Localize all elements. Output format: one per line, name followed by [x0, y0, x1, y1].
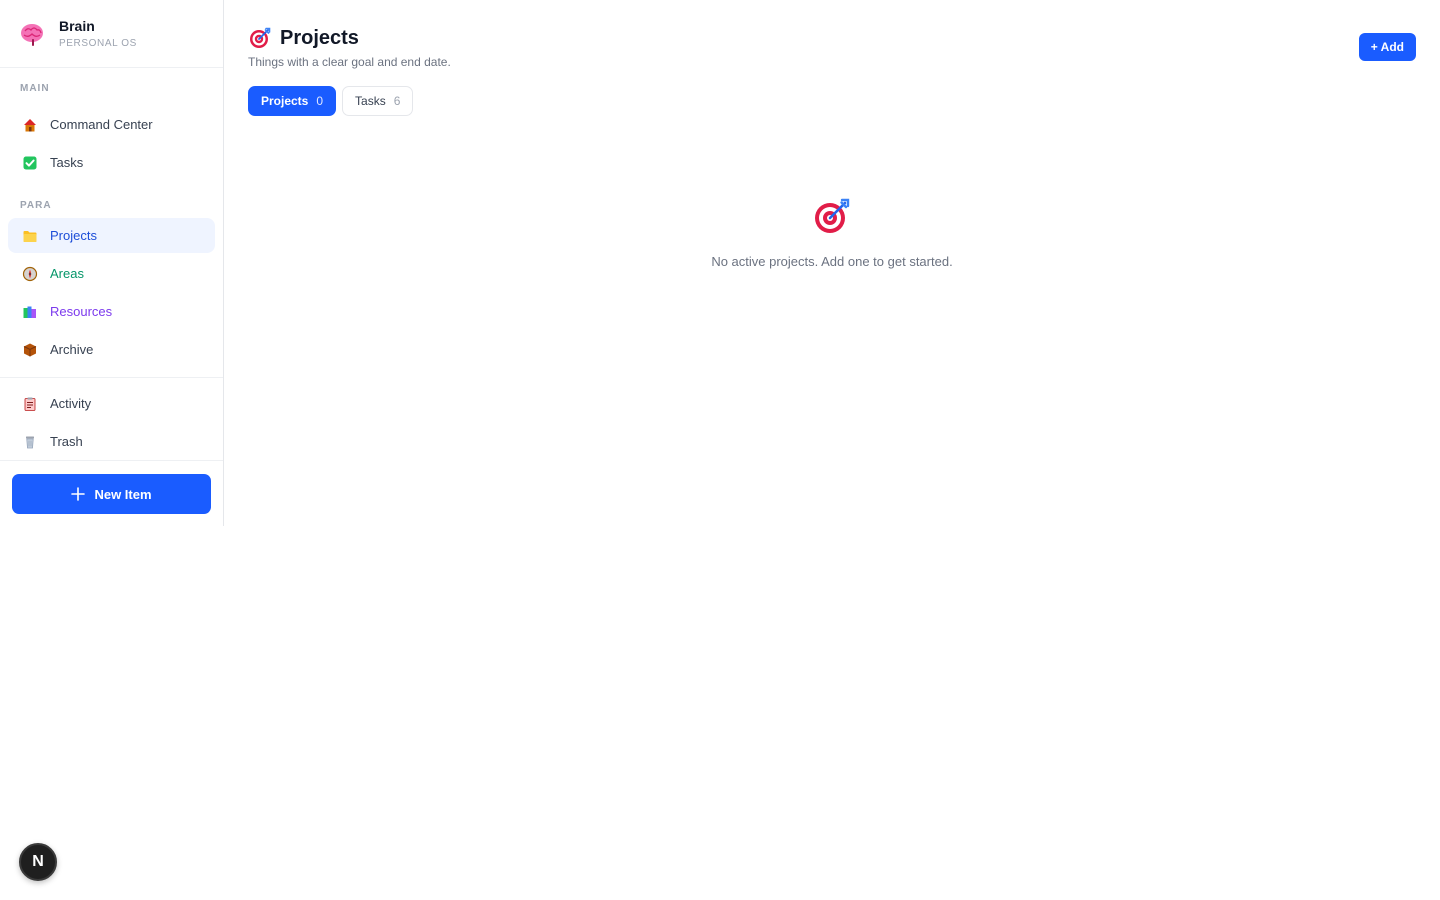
tab-tasks[interactable]: Tasks 6 — [342, 86, 414, 116]
brain-icon — [20, 21, 46, 47]
tab-projects[interactable]: Projects 0 — [248, 86, 337, 116]
divider — [0, 460, 223, 461]
other-section: Activity Trash — [0, 378, 223, 459]
sidebar-item-resources[interactable]: Resources — [8, 294, 215, 329]
sidebar-item-label: Areas — [50, 266, 84, 281]
sidebar-item-command-center[interactable]: Command Center — [8, 107, 215, 142]
app-root: Brain PERSONAL OS MAIN Command Center Ta… — [0, 0, 1440, 900]
trash-icon — [20, 432, 40, 452]
clipboard-icon — [20, 394, 40, 414]
section-label-para: PARA — [20, 200, 52, 211]
page-header: Projects — [248, 26, 359, 50]
sidebar-item-label: Resources — [50, 304, 113, 319]
empty-state-message: No active projects. Add one to get start… — [711, 254, 953, 269]
tab-label: Tasks — [355, 94, 386, 108]
tab-count: 0 — [316, 94, 324, 108]
empty-state: No active projects. Add one to get start… — [224, 196, 1440, 269]
sidebar-item-label: Projects — [50, 228, 97, 243]
sidebar-item-activity[interactable]: Activity — [8, 386, 215, 421]
house-icon — [20, 115, 40, 135]
main-section: MAIN Command Center Tasks — [0, 68, 223, 180]
page-subtitle: Things with a clear goal and end date. — [248, 55, 451, 69]
dev-tools-badge[interactable]: N — [19, 843, 57, 881]
page-title: Projects — [280, 26, 359, 49]
sidebar-item-label: Activity — [50, 396, 92, 411]
section-label-main: MAIN — [20, 83, 50, 94]
target-icon — [812, 196, 852, 236]
brand[interactable]: Brain PERSONAL OS — [0, 0, 223, 68]
sidebar-item-label: Trash — [50, 434, 83, 449]
new-item-button[interactable]: New Item — [12, 474, 211, 514]
tab-bar: Projects 0 Tasks 6 — [248, 86, 419, 116]
para-section: PARA Projects Areas Resources Archive — [0, 183, 223, 367]
brand-name: Brain — [59, 17, 95, 34]
sidebar-item-tasks[interactable]: Tasks — [8, 145, 215, 180]
package-icon — [20, 340, 40, 360]
sidebar-item-label: Command Center — [50, 117, 153, 132]
sidebar-item-label: Tasks — [50, 155, 84, 170]
brand-subtitle: PERSONAL OS — [59, 37, 137, 49]
checkbox-icon — [20, 153, 40, 173]
tab-label: Projects — [261, 94, 309, 108]
sidebar-item-trash[interactable]: Trash — [8, 424, 215, 459]
sidebar: Brain PERSONAL OS MAIN Command Center Ta… — [0, 0, 224, 526]
plus-icon — [71, 487, 86, 501]
books-icon — [20, 302, 40, 322]
main-content: Projects Things with a clear goal and en… — [224, 0, 1440, 900]
sidebar-item-archive[interactable]: Archive — [8, 332, 215, 367]
compass-icon — [20, 264, 40, 284]
sidebar-item-label: Archive — [50, 342, 94, 357]
folder-icon — [20, 226, 40, 246]
sidebar-item-areas[interactable]: Areas — [8, 256, 215, 291]
add-button[interactable]: + Add — [1358, 33, 1416, 61]
target-icon — [248, 26, 272, 50]
tab-count: 6 — [393, 94, 401, 108]
sidebar-item-projects[interactable]: Projects — [8, 218, 215, 253]
new-item-label: New Item — [94, 486, 152, 502]
